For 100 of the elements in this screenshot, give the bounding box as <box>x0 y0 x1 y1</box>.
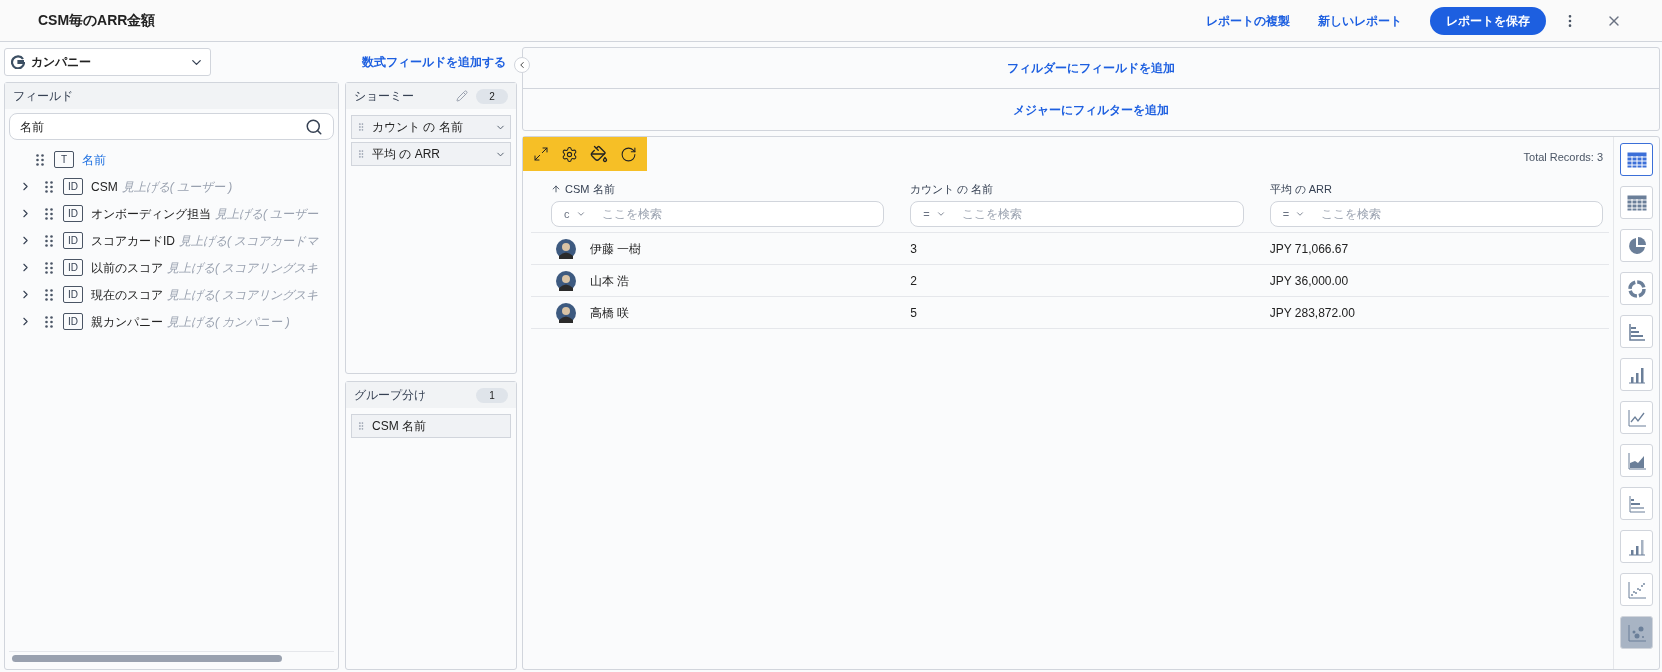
column-filter-field[interactable]: = ここを検索 <box>1269 201 1603 227</box>
field-name[interactable]: 名前 <box>82 150 106 169</box>
field-search[interactable]: 名前 <box>9 113 334 140</box>
scatter-chart-icon <box>1626 579 1647 600</box>
column-header[interactable]: カウント の 名前 <box>910 180 994 198</box>
table-cell-text: 伊藤 一樹 <box>590 240 642 258</box>
paint-bucket-icon[interactable] <box>590 145 608 163</box>
table-cell-text: JPY 283,872.00 <box>1269 304 1355 322</box>
bubble-chart-icon <box>1626 622 1647 643</box>
scrollbar-thumb[interactable] <box>12 655 282 662</box>
drag-handle-icon[interactable] <box>45 288 53 301</box>
table-icon <box>1626 151 1647 168</box>
drag-handle-icon[interactable] <box>356 149 366 159</box>
header-link[interactable]: 新しいレポート <box>1318 11 1402 30</box>
report-title: CSM毎のARR金額 <box>38 11 156 30</box>
sort-ascending-icon[interactable] <box>551 184 561 194</box>
donut-chart-icon <box>1626 278 1647 299</box>
count-badge: 2 <box>476 88 508 104</box>
search-icon[interactable] <box>305 117 323 136</box>
header-link[interactable]: レポートの複製 <box>1206 11 1290 30</box>
field-name[interactable]: 親カンパニー <box>91 312 163 331</box>
table-cell-text: JPY 71,066.67 <box>1269 240 1349 258</box>
filter-input[interactable]: ここを検索 <box>961 205 1231 223</box>
field-row[interactable]: ID 親カンパニー 見上げる( カンパニー ) <box>5 308 338 335</box>
operator-selector[interactable]: = <box>923 205 930 223</box>
field-name[interactable]: 現在のスコア <box>91 285 163 304</box>
field-row[interactable]: ID オンボーディング担当 見上げる( ユーザー <box>5 200 338 227</box>
type-badge: ID <box>63 259 83 276</box>
table-cell-text: 3 <box>910 240 917 258</box>
field-lookup-hint: 見上げる( カンパニー ) <box>167 313 290 331</box>
field-name[interactable]: 以前のスコア <box>91 258 163 277</box>
field-row[interactable]: ID 現在のスコア 見上げる( スコアリングスキ <box>5 281 338 308</box>
total-records: Total Records: 3 <box>1523 150 1603 165</box>
field-row[interactable]: ID CSM 見上げる( ユーザー ) <box>5 173 338 200</box>
object-selector[interactable]: カンパニー <box>4 48 211 76</box>
avatar <box>556 238 576 259</box>
logo-icon <box>11 55 25 69</box>
type-badge: ID <box>63 232 83 249</box>
refresh-icon[interactable] <box>620 145 637 163</box>
field-lookup-hint: 見上げる( スコアリングスキ <box>167 259 319 277</box>
bar-chart-icon <box>1626 321 1647 342</box>
table-cell-text: JPY 36,000.00 <box>1269 272 1349 290</box>
area-chart-icon <box>1626 450 1647 471</box>
type-badge: T <box>54 151 74 168</box>
avatar <box>556 270 576 291</box>
panel-title: ショーミー <box>354 88 414 105</box>
field-row[interactable]: ID 以前のスコア 見上げる( スコアリングスキ <box>5 254 338 281</box>
type-badge: ID <box>63 286 83 303</box>
field-name[interactable]: スコアカードID <box>91 231 175 250</box>
pill-field[interactable]: CSM 名前 <box>351 414 511 438</box>
add-formula-field-link[interactable]: 数式フィールドを追加する <box>362 53 506 71</box>
field-lookup-hint: 見上げる( スコアカードマ <box>179 232 319 250</box>
drag-handle-icon[interactable] <box>45 234 53 247</box>
drag-handle-icon[interactable] <box>45 315 53 328</box>
object-name: カンパニー <box>31 54 91 71</box>
settings-icon[interactable] <box>561 145 578 163</box>
expand-icon[interactable] <box>533 146 549 162</box>
type-badge: ID <box>63 178 83 195</box>
search-input[interactable]: 名前 <box>20 117 305 136</box>
chart-type-button[interactable] <box>1620 143 1653 176</box>
add-filter-link[interactable]: フィルダーにフィールドを追加 <box>1007 59 1175 77</box>
table-cell-text: 山本 浩 <box>590 272 630 290</box>
filter-input[interactable]: ここを検索 <box>1321 205 1590 223</box>
type-badge: ID <box>63 313 83 330</box>
panel-title: フィールド <box>13 88 73 105</box>
grid-icon <box>1626 194 1647 211</box>
drag-handle-icon[interactable] <box>356 122 366 132</box>
column-filter-field[interactable]: = ここを検索 <box>910 201 1244 227</box>
avatar <box>556 302 576 323</box>
drag-handle-icon[interactable] <box>45 207 53 220</box>
save-report-button[interactable]: レポートを保存 <box>1430 6 1546 35</box>
drag-handle-icon[interactable] <box>45 261 53 274</box>
stacked-bar-chart-icon <box>1626 493 1647 514</box>
field-lookup-hint: 見上げる( ユーザー <box>215 205 319 223</box>
column-header[interactable]: CSM 名前 <box>551 180 615 198</box>
drag-handle-icon[interactable] <box>36 153 44 166</box>
column-header[interactable]: 平均 の ARR <box>1269 180 1332 198</box>
operator-selector[interactable]: c <box>564 205 570 223</box>
edit-icon[interactable] <box>456 90 468 102</box>
column-filter-field[interactable]: c ここを検索 <box>551 201 885 227</box>
drag-handle-icon[interactable] <box>45 180 53 193</box>
field-name[interactable]: CSM <box>91 177 118 196</box>
pill-field[interactable]: 平均 の ARR <box>351 142 511 166</box>
drag-handle-icon[interactable] <box>356 421 366 431</box>
pie-chart-icon <box>1626 235 1647 256</box>
table-cell-text: 2 <box>910 272 917 290</box>
type-badge: ID <box>63 205 83 222</box>
field-name[interactable]: オンボーディング担当 <box>91 204 211 223</box>
field-row[interactable]: ID スコアカードID 見上げる( スコアカードマ <box>5 227 338 254</box>
line-chart-icon <box>1626 407 1647 428</box>
field-row[interactable]: T 名前 <box>5 146 338 173</box>
field-lookup-hint: 見上げる( スコアリングスキ <box>167 286 319 304</box>
count-badge: 1 <box>476 387 508 403</box>
field-lookup-hint: 見上げる( ユーザー ) <box>121 178 233 196</box>
panel-title: グループ分け <box>354 387 426 404</box>
filter-input[interactable]: ここを検索 <box>601 205 872 223</box>
operator-selector[interactable]: = <box>1282 205 1290 223</box>
add-filter-link[interactable]: メジャーにフィルターを追加 <box>1013 100 1169 119</box>
table-cell-text: 5 <box>910 304 917 322</box>
pill-field[interactable]: カウント の 名前 <box>351 115 511 139</box>
